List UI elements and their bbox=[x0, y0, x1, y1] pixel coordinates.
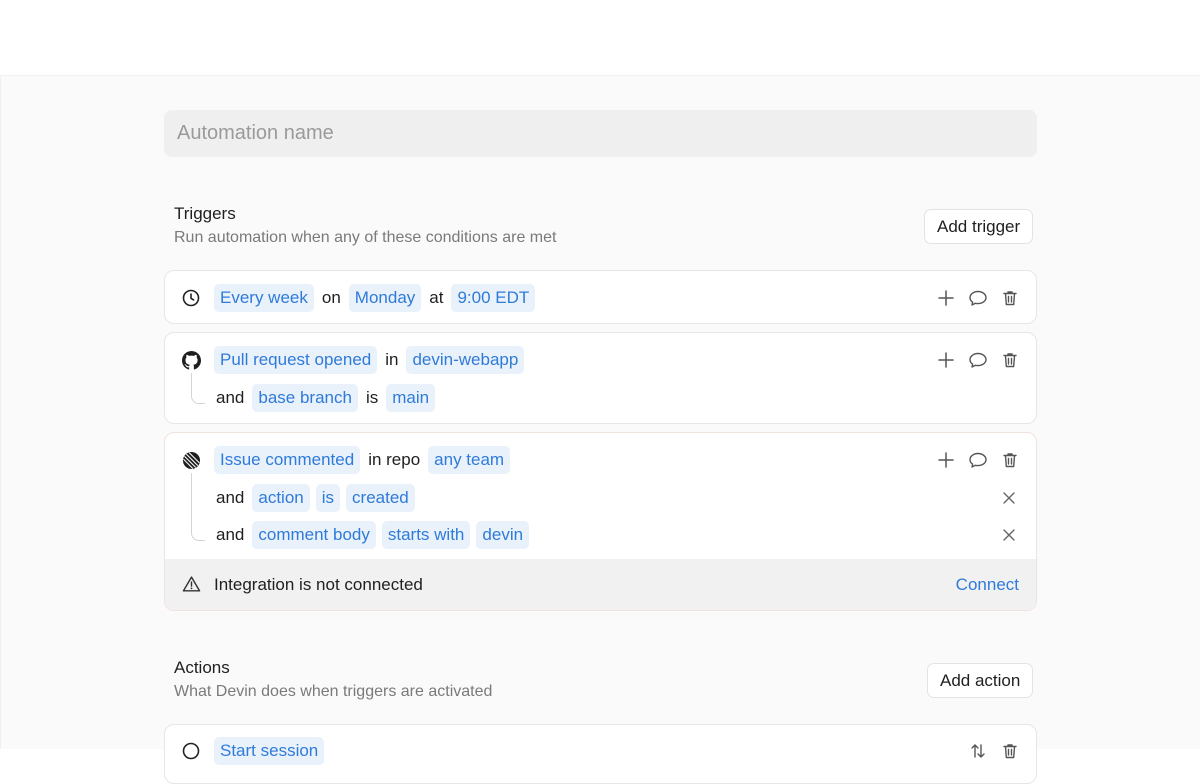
comment-icon[interactable] bbox=[968, 288, 988, 308]
condition-value-chip[interactable]: created bbox=[346, 484, 415, 512]
connect-link[interactable]: Connect bbox=[956, 575, 1019, 595]
condition-op-chip[interactable]: is bbox=[315, 484, 341, 512]
automation-name-input[interactable] bbox=[164, 110, 1037, 157]
comment-icon[interactable] bbox=[968, 450, 988, 470]
and-word: and bbox=[216, 388, 245, 407]
plus-icon[interactable] bbox=[936, 450, 956, 470]
day-chip[interactable]: Monday bbox=[348, 284, 422, 312]
integration-warning-bar: Integration is not connected Connect bbox=[165, 559, 1036, 610]
clock-icon bbox=[181, 288, 201, 308]
triggers-subtitle: Run automation when any of these conditi… bbox=[174, 229, 557, 246]
plus-icon[interactable] bbox=[936, 350, 956, 370]
integration-warning-text: Integration is not connected bbox=[214, 574, 423, 594]
action-card: Start session bbox=[164, 724, 1037, 784]
in-word: in bbox=[385, 350, 399, 369]
trash-icon[interactable] bbox=[1000, 741, 1020, 761]
on-word: on bbox=[321, 288, 341, 307]
frequency-chip[interactable]: Every week bbox=[214, 284, 314, 312]
trash-icon[interactable] bbox=[1000, 450, 1020, 470]
and-word: and bbox=[216, 525, 245, 544]
in-repo-word: in repo bbox=[368, 450, 421, 469]
add-trigger-button[interactable]: Add trigger bbox=[924, 209, 1034, 244]
remove-condition-close-icon[interactable] bbox=[1000, 526, 1018, 544]
condition-op-word: is bbox=[365, 388, 379, 407]
github-event-chip[interactable]: Pull request opened bbox=[214, 346, 378, 374]
linear-trigger-card: Issue commented in repo any team and act… bbox=[164, 432, 1037, 611]
github-trigger-card: Pull request opened in devin-webapp and … bbox=[164, 332, 1037, 424]
triggers-title: Triggers bbox=[174, 204, 236, 223]
plus-icon[interactable] bbox=[936, 288, 956, 308]
comment-icon[interactable] bbox=[968, 350, 988, 370]
condition-value-chip[interactable]: main bbox=[386, 384, 436, 412]
and-word: and bbox=[216, 488, 245, 507]
condition-value-chip[interactable]: devin bbox=[476, 521, 530, 549]
linear-event-chip[interactable]: Issue commented bbox=[214, 446, 361, 474]
time-chip[interactable]: 9:00 EDT bbox=[451, 284, 536, 312]
reorder-icon[interactable] bbox=[968, 741, 988, 761]
linear-icon bbox=[181, 450, 201, 470]
actions-subtitle: What Devin does when triggers are activa… bbox=[174, 683, 493, 700]
trash-icon[interactable] bbox=[1000, 288, 1020, 308]
schedule-trigger-card: Every week on Monday at 9:00 EDT bbox=[164, 270, 1037, 324]
action-type-chip[interactable]: Start session bbox=[214, 737, 325, 765]
condition-op-chip[interactable]: starts with bbox=[381, 521, 471, 549]
actions-title: Actions bbox=[174, 658, 230, 677]
condition-field-chip[interactable]: comment body bbox=[252, 521, 376, 549]
add-action-button[interactable]: Add action bbox=[927, 663, 1034, 698]
remove-condition-close-icon[interactable] bbox=[1000, 489, 1018, 507]
condition-field-chip[interactable]: base branch bbox=[252, 384, 358, 412]
trash-icon[interactable] bbox=[1000, 350, 1020, 370]
chat-icon bbox=[181, 741, 201, 761]
team-chip[interactable]: any team bbox=[428, 446, 511, 474]
warning-icon bbox=[181, 574, 201, 594]
at-word: at bbox=[429, 288, 444, 307]
condition-field-chip[interactable]: action bbox=[252, 484, 310, 512]
github-icon bbox=[181, 350, 201, 370]
repo-chip[interactable]: devin-webapp bbox=[406, 346, 525, 374]
